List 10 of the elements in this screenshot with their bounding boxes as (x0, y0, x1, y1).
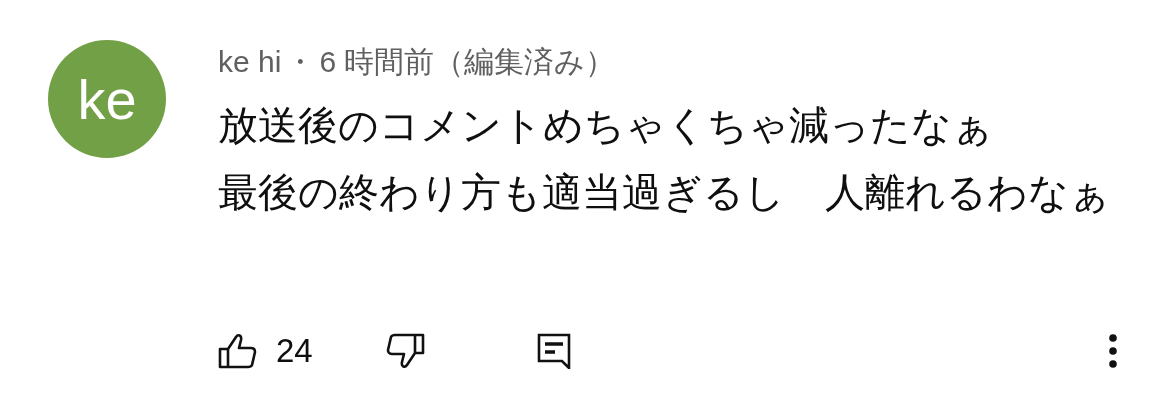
comment-text: 放送後のコメントめちゃくちゃ減ったなぁ (218, 102, 994, 149)
author-name[interactable]: ke hi (218, 45, 282, 78)
more-options-icon[interactable] (1108, 334, 1118, 368)
thumbs-up-icon[interactable] (218, 333, 258, 369)
timestamp: 6 時間前（編集済み） (319, 45, 616, 78)
reply-icon[interactable] (536, 333, 571, 369)
thumbs-down-icon[interactable] (384, 333, 425, 369)
separator: ・ (285, 45, 316, 78)
comment-text: 最後の終わり方も適当過ぎるし 人離れるわなぁ (218, 169, 1111, 216)
like-count: 24 (276, 332, 313, 370)
